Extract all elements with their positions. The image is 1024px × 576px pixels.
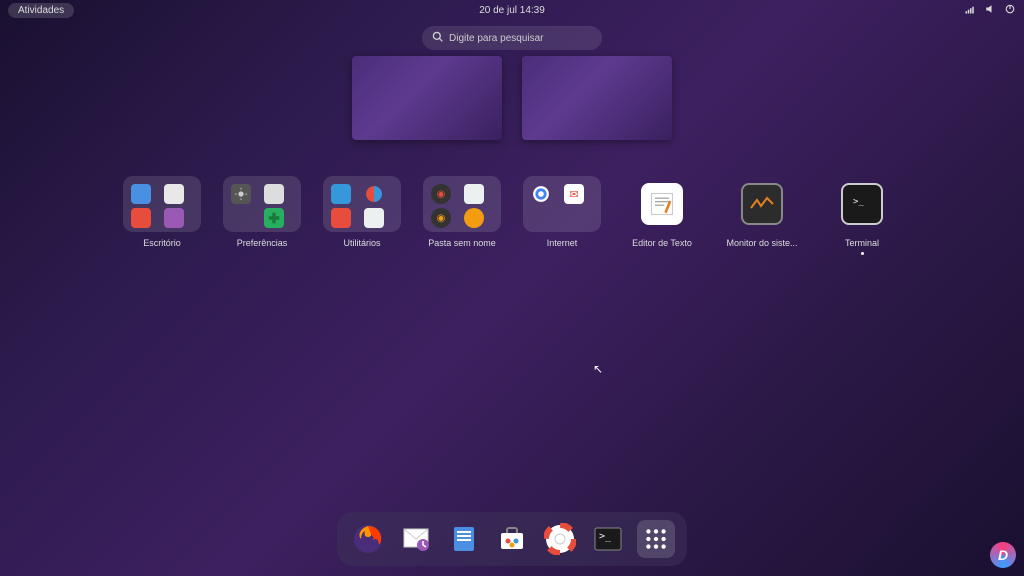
- app-label: Pasta sem nome: [422, 238, 502, 248]
- mini-app-icon: [164, 184, 184, 204]
- mini-app-icon: [331, 184, 351, 204]
- dock-files[interactable]: [445, 520, 483, 558]
- folder-icon: ✉: [523, 176, 601, 232]
- folder-icon: [223, 176, 301, 232]
- help-icon: [544, 523, 576, 555]
- files-icon: [448, 523, 480, 555]
- mini-app-icon: [531, 184, 551, 204]
- folder-internet[interactable]: ✉ Internet: [522, 176, 602, 255]
- mini-app-icon: [331, 208, 351, 228]
- mini-app-icon: ◉: [431, 208, 451, 228]
- running-indicator: [861, 252, 864, 255]
- app-label: Internet: [522, 238, 602, 248]
- terminal-icon: >_: [592, 523, 624, 555]
- app-monitor-do-sistema[interactable]: Monitor do siste...: [722, 176, 802, 255]
- power-icon[interactable]: [1004, 3, 1016, 18]
- dock-terminal[interactable]: >_: [589, 520, 627, 558]
- mini-app-icon: [464, 184, 484, 204]
- app-icon: [723, 176, 801, 232]
- mini-app-icon: [464, 208, 484, 228]
- app-icon: [623, 176, 701, 232]
- dock-firefox[interactable]: [349, 520, 387, 558]
- search-placeholder: Digite para pesquisar: [449, 33, 544, 44]
- svg-text:>_: >_: [853, 197, 864, 207]
- top-bar: Atividades 20 de jul 14:39: [0, 0, 1024, 20]
- dock-evolution[interactable]: [397, 520, 435, 558]
- folder-escritorio[interactable]: Escritório: [122, 176, 202, 255]
- volume-icon[interactable]: [984, 3, 996, 18]
- system-tray[interactable]: [964, 3, 1016, 18]
- app-label: Utilitários: [322, 238, 402, 248]
- dock: >_: [337, 512, 687, 566]
- mini-app-icon: [564, 208, 584, 228]
- folder-icon: [123, 176, 201, 232]
- search-icon: [432, 31, 443, 45]
- workspace-2[interactable]: [522, 56, 672, 140]
- folder-icon: ◉ ◉: [423, 176, 501, 232]
- app-icon: >_: [823, 176, 901, 232]
- mini-app-icon: [264, 208, 284, 228]
- mini-app-icon: [364, 184, 384, 204]
- app-label: Preferências: [222, 238, 302, 248]
- mail-icon: [400, 523, 432, 555]
- app-label: Monitor do siste...: [722, 238, 802, 248]
- clock[interactable]: 20 de jul 14:39: [479, 5, 545, 16]
- mini-app-icon: [131, 184, 151, 204]
- mini-app-icon: [364, 208, 384, 228]
- network-icon[interactable]: [964, 3, 976, 18]
- cursor-icon: ↖: [593, 362, 603, 376]
- watermark-logo: D: [990, 542, 1016, 568]
- terminal-icon: >_: [849, 194, 875, 214]
- app-terminal[interactable]: >_ Terminal: [822, 176, 902, 255]
- search-bar[interactable]: Digite para pesquisar: [422, 26, 602, 50]
- app-editor-de-texto[interactable]: Editor de Texto: [622, 176, 702, 255]
- svg-text:>_: >_: [599, 531, 612, 542]
- folder-icon: [323, 176, 401, 232]
- dock-show-apps[interactable]: [637, 520, 675, 558]
- app-label: Escritório: [122, 238, 202, 248]
- apps-grid-icon: [643, 526, 669, 552]
- dock-help[interactable]: [541, 520, 579, 558]
- dock-software[interactable]: [493, 520, 531, 558]
- mini-app-icon: [231, 184, 251, 204]
- workspace-1[interactable]: [352, 56, 502, 140]
- mini-app-icon: [131, 208, 151, 228]
- folder-preferencias[interactable]: Preferências: [222, 176, 302, 255]
- mini-app-icon: [231, 208, 251, 228]
- folder-utilitarios[interactable]: Utilitários: [322, 176, 402, 255]
- mini-app-icon: [264, 184, 284, 204]
- mini-app-icon: ◉: [431, 184, 451, 204]
- firefox-icon: [352, 523, 384, 555]
- mini-app-icon: ✉: [564, 184, 584, 204]
- software-icon: [496, 523, 528, 555]
- activities-button[interactable]: Atividades: [8, 3, 74, 18]
- folder-pasta-sem-nome[interactable]: ◉ ◉ Pasta sem nome: [422, 176, 502, 255]
- workspace-switcher: [352, 56, 672, 140]
- mini-app-icon: [531, 208, 551, 228]
- system-monitor-icon: [749, 194, 775, 214]
- mini-app-icon: [164, 208, 184, 228]
- text-editor-icon: [648, 190, 676, 218]
- app-label: Editor de Texto: [622, 238, 702, 248]
- app-label: Terminal: [822, 238, 902, 248]
- app-grid: Escritório Preferências Utilitários ◉ ◉ …: [122, 176, 902, 255]
